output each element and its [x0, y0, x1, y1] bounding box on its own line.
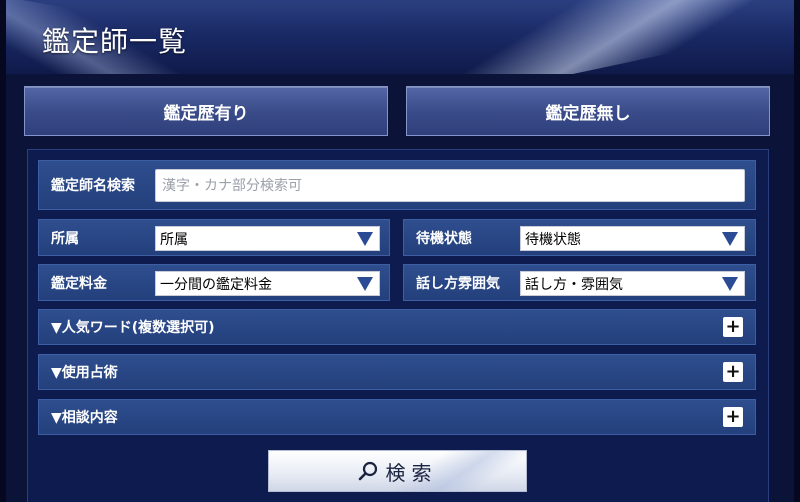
accordion-divination-methods[interactable]: ▼使用占術 +: [38, 354, 756, 390]
accordion-label: ▼使用占術: [51, 365, 118, 381]
fee-select[interactable]: 一分間の鑑定料金: [155, 271, 380, 296]
status-select[interactable]: 待機状態: [520, 226, 745, 251]
status-value: 待機状態: [525, 231, 581, 248]
expand-plus-icon[interactable]: +: [723, 362, 743, 382]
atmosphere-label: 話し方雰囲気: [416, 275, 500, 292]
name-search-label: 鑑定師名検索: [51, 178, 135, 194]
fee-label: 鑑定料金: [51, 275, 107, 292]
affiliation-value: 所属: [160, 231, 188, 248]
search-button[interactable]: 検索: [268, 450, 527, 492]
expand-plus-icon[interactable]: +: [723, 407, 743, 427]
atmosphere-row: 話し方雰囲気 話し方・雰囲気: [403, 264, 756, 301]
affiliation-label: 所属: [51, 230, 79, 247]
accordion-label: ▼相談内容: [51, 410, 118, 426]
name-search-row: 鑑定師名検索: [38, 160, 756, 210]
accordion-consultation-topics[interactable]: ▼相談内容 +: [38, 399, 756, 435]
dropdown-arrow-icon: [357, 276, 373, 291]
dropdown-arrow-icon: [357, 231, 373, 246]
tab-with-history[interactable]: 鑑定歴有り: [24, 86, 388, 136]
expand-plus-icon[interactable]: +: [723, 317, 743, 337]
name-search-input[interactable]: [155, 169, 745, 202]
affiliation-select[interactable]: 所属: [155, 226, 380, 251]
status-row: 待機状態 待機状態: [403, 219, 756, 256]
fee-row: 鑑定料金 一分間の鑑定料金: [38, 264, 390, 301]
affiliation-row: 所属 所属: [38, 219, 390, 256]
search-button-label: 検索: [385, 460, 438, 485]
search-icon: [358, 461, 378, 481]
atmosphere-value: 話し方・雰囲気: [525, 276, 623, 293]
feather-decoration: [448, 0, 794, 74]
dropdown-arrow-icon: [722, 231, 738, 246]
atmosphere-select[interactable]: 話し方・雰囲気: [520, 271, 745, 296]
page-title: 鑑定師一覧: [42, 25, 188, 58]
page-header: 鑑定師一覧: [6, 0, 794, 74]
accordion-label: ▼人気ワード(複数選択可): [51, 320, 215, 336]
tab-without-history[interactable]: 鑑定歴無し: [406, 86, 770, 136]
accordion-popular-words[interactable]: ▼人気ワード(複数選択可) +: [38, 309, 756, 345]
status-label: 待機状態: [416, 230, 472, 247]
fee-value: 一分間の鑑定料金: [160, 276, 272, 293]
dropdown-arrow-icon: [722, 276, 738, 291]
